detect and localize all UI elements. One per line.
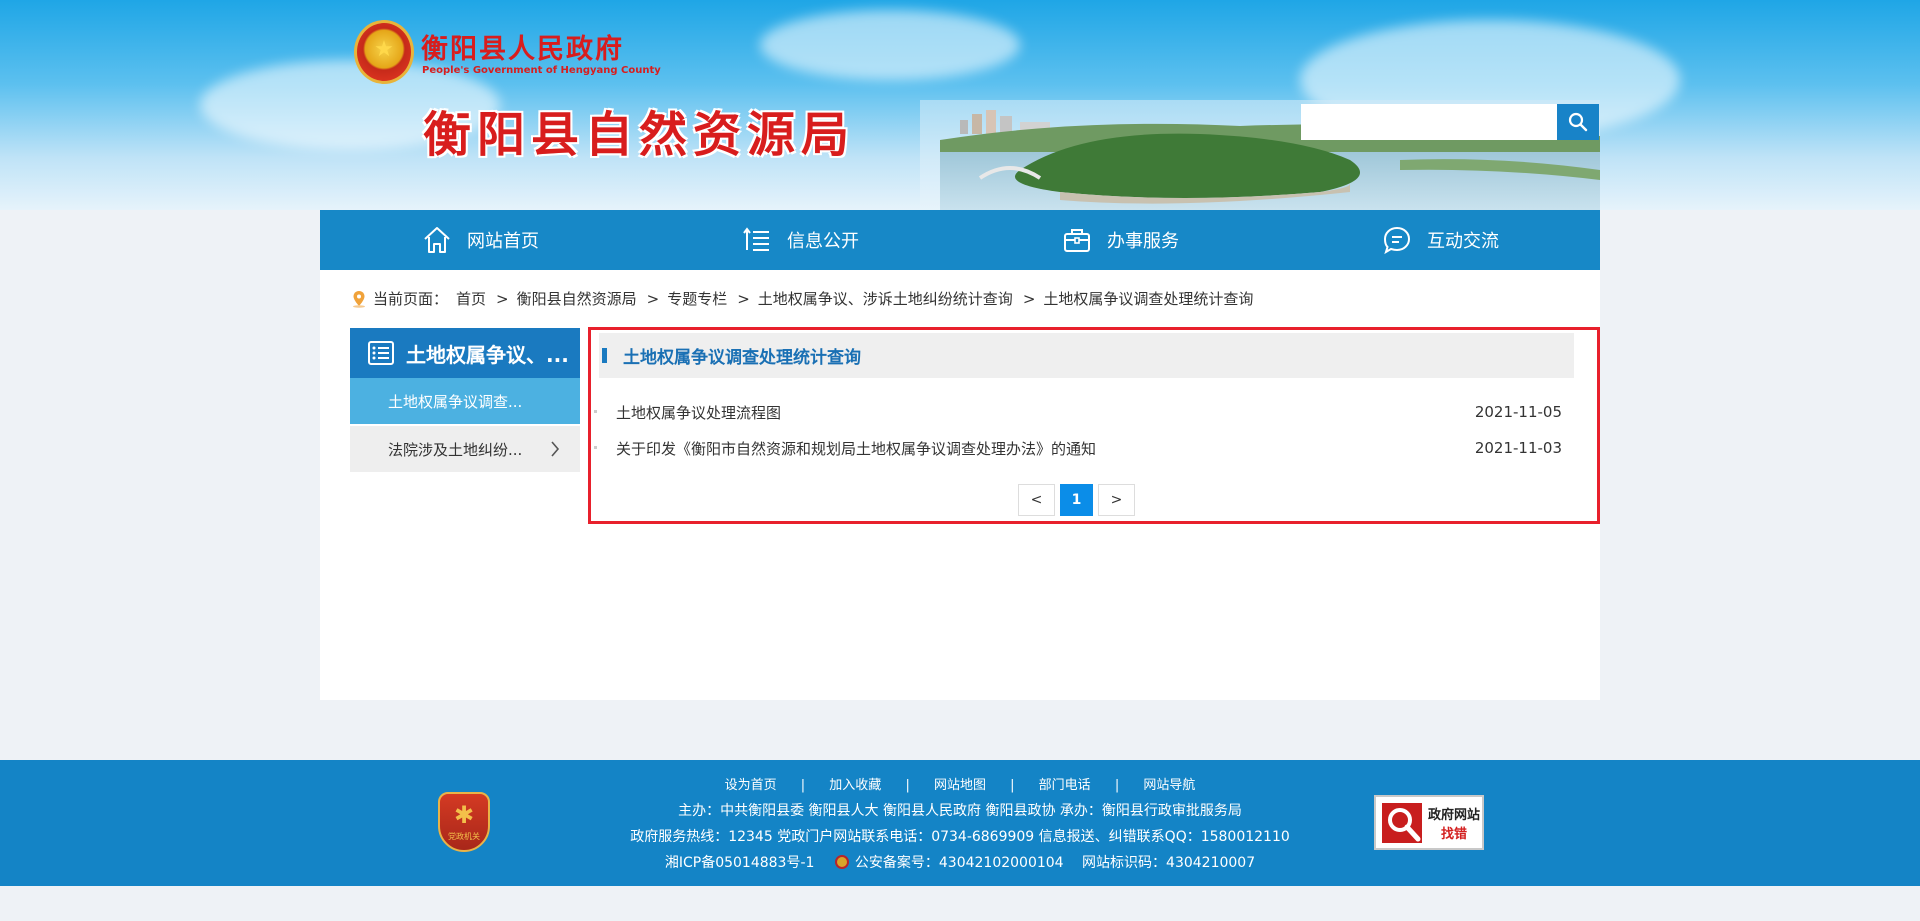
breadcrumb-item[interactable]: 衡阳县自然资源局 — [517, 288, 637, 309]
sidebar-item-label: 土地权属争议调查... — [388, 392, 523, 411]
article-list-panel: 土地权属争议调查处理统计查询 土地权属争议处理流程图 2021-11-05 关于… — [588, 327, 1600, 524]
sidebar-item-court-dispute[interactable]: 法院涉及土地纠纷... — [350, 426, 580, 474]
breadcrumb-item[interactable]: 土地权属争议、涉诉土地纠纷统计查询 — [758, 288, 1013, 309]
footer-link-nav[interactable]: 网站导航 — [1143, 778, 1195, 793]
breadcrumb-item[interactable]: 专题专栏 — [667, 288, 727, 309]
nav-item-interact[interactable]: 互动交流 — [1280, 210, 1600, 270]
panel-header: 土地权属争议调查处理统计查询 — [599, 333, 1574, 378]
breadcrumb-separator: > — [737, 289, 750, 308]
bureau-title: 衡阳县自然资源局 — [423, 107, 856, 163]
footer-sponsor-line: 主办：中共衡阳县委 衡阳县人大 衡阳县人民政府 衡阳县政协 承办：衡阳县行政审批… — [678, 803, 1242, 819]
panel-title: 土地权属争议调查处理统计查询 — [623, 348, 861, 368]
find-error-line2: 找错 — [1441, 826, 1468, 842]
nav-item-home[interactable]: 网站首页 — [320, 210, 640, 270]
header-inner: 衡阳县人民政府 People's Government of Hengyang … — [320, 0, 1600, 210]
footer-links: 设为首页 | 加入收藏 | 网站地图 | 部门电话 | 网站导航 — [0, 774, 1920, 793]
menu-list-icon — [368, 341, 394, 365]
list-item[interactable]: 土地权属争议处理流程图 2021-11-05 — [591, 394, 1597, 430]
sidebar-title: 土地权属争议、... — [406, 342, 569, 367]
nav-item-label: 网站首页 — [467, 231, 539, 252]
prev-page-button[interactable]: < — [1018, 484, 1055, 516]
police-record-text: 公安备案号：43042102000104 — [854, 855, 1064, 871]
footer-contact-line: 政府服务热线：12345 党政门户网站联系电话：0734-6869909 信息报… — [630, 829, 1290, 845]
gov-title: 衡阳县人民政府 — [421, 34, 624, 65]
site-code: 网站标识码：4304210007 — [1082, 855, 1256, 871]
national-emblem-icon — [354, 20, 414, 84]
footer-link-set-home[interactable]: 设为首页 — [725, 778, 777, 793]
nav-item-label: 办事服务 — [1107, 231, 1179, 252]
nav-item-label: 互动交流 — [1427, 231, 1499, 252]
main-content-area: 当前页面： 首页 > 衡阳县自然资源局 > 专题专栏 > 土地权属争议、涉诉土地… — [320, 270, 1600, 700]
site-header: 衡阳县人民政府 People's Government of Hengyang … — [0, 0, 1920, 210]
title-accent-bar — [602, 348, 607, 363]
location-pin-icon — [353, 290, 365, 308]
footer-link-divider: | — [1114, 778, 1120, 793]
article-list: 土地权属争议处理流程图 2021-11-05 关于印发《衡阳市自然资源和规划局土… — [591, 394, 1597, 466]
breadcrumb: 当前页面： 首页 > 衡阳县自然资源局 > 专题专栏 > 土地权属争议、涉诉土地… — [350, 288, 1253, 309]
home-icon — [424, 227, 450, 253]
pagination: < 1 > — [1018, 484, 1135, 516]
icp-number[interactable]: 湘ICP备05014883号-1 — [665, 855, 815, 871]
list-item-title[interactable]: 关于印发《衡阳市自然资源和规划局土地权属争议调查处理办法》的通知 — [616, 438, 1096, 459]
breadcrumb-item[interactable]: 土地权属争议调查处理统计查询 — [1043, 288, 1253, 309]
list-item[interactable]: 关于印发《衡阳市自然资源和规划局土地权属争议调查处理办法》的通知 2021-11… — [591, 430, 1597, 466]
main-nav: 网站首页 信息公开 办事服务 互动交流 — [320, 210, 1600, 270]
bullet-icon — [594, 446, 597, 449]
nav-item-label: 信息公开 — [787, 231, 859, 252]
breadcrumb-prefix: 当前页面： — [373, 290, 449, 308]
police-record[interactable]: 公安备案号：43042102000104 — [834, 855, 1064, 871]
list-icon — [743, 227, 769, 251]
bullet-icon — [594, 410, 597, 413]
breadcrumb-item[interactable]: 首页 — [456, 288, 486, 309]
list-item-date: 2021-11-03 — [1474, 439, 1562, 457]
search-icon — [1568, 112, 1588, 132]
sidebar: 土地权属争议、... 土地权属争议调查... 法院涉及土地纠纷... — [350, 328, 580, 474]
sidebar-item-label: 法院涉及土地纠纷... — [388, 440, 523, 459]
magnifier-icon — [1382, 802, 1422, 843]
gov-subtitle: People's Government of Hengyang County — [422, 65, 661, 76]
footer-link-divider: | — [800, 778, 806, 793]
footer-link-sitemap[interactable]: 网站地图 — [934, 778, 986, 793]
list-item-title[interactable]: 土地权属争议处理流程图 — [616, 402, 781, 423]
find-error-line1: 政府网站 — [1428, 807, 1481, 823]
find-error-text: 政府网站 找错 — [1428, 804, 1480, 842]
footer-link-favorite[interactable]: 加入收藏 — [829, 778, 881, 793]
footer-link-phones[interactable]: 部门电话 — [1039, 778, 1091, 793]
sidebar-item-dispute-query[interactable]: 土地权属争议调查... — [350, 378, 580, 426]
police-badge-icon — [834, 855, 849, 869]
next-page-button[interactable]: > — [1098, 484, 1135, 516]
breadcrumb-separator: > — [496, 289, 509, 308]
nav-item-info[interactable]: 信息公开 — [640, 210, 960, 270]
chat-icon — [1383, 226, 1411, 255]
page-number-button[interactable]: 1 — [1060, 484, 1093, 516]
breadcrumb-separator: > — [1022, 289, 1036, 308]
footer-link-divider: | — [905, 778, 910, 793]
breadcrumb-separator: > — [646, 289, 660, 308]
site-footer: ✱ 党政机关 设为首页 | 加入收藏 | 网站地图 | 部门电话 | 网站导航 … — [0, 760, 1920, 886]
footer-registration-line: 湘ICP备05014883号-1 公安备案号：43042102000104 网站… — [0, 852, 1920, 872]
chevron-right-icon — [551, 441, 560, 457]
search-button[interactable] — [1557, 104, 1599, 140]
footer-link-divider: | — [1010, 778, 1015, 793]
list-item-date: 2021-11-05 — [1474, 403, 1562, 421]
find-error-button[interactable]: 政府网站 找错 — [1374, 795, 1484, 850]
sidebar-header: 土地权属争议、... — [350, 328, 580, 378]
briefcase-icon — [1064, 229, 1090, 252]
nav-item-service[interactable]: 办事服务 — [960, 210, 1280, 270]
search-input[interactable] — [1301, 104, 1557, 140]
